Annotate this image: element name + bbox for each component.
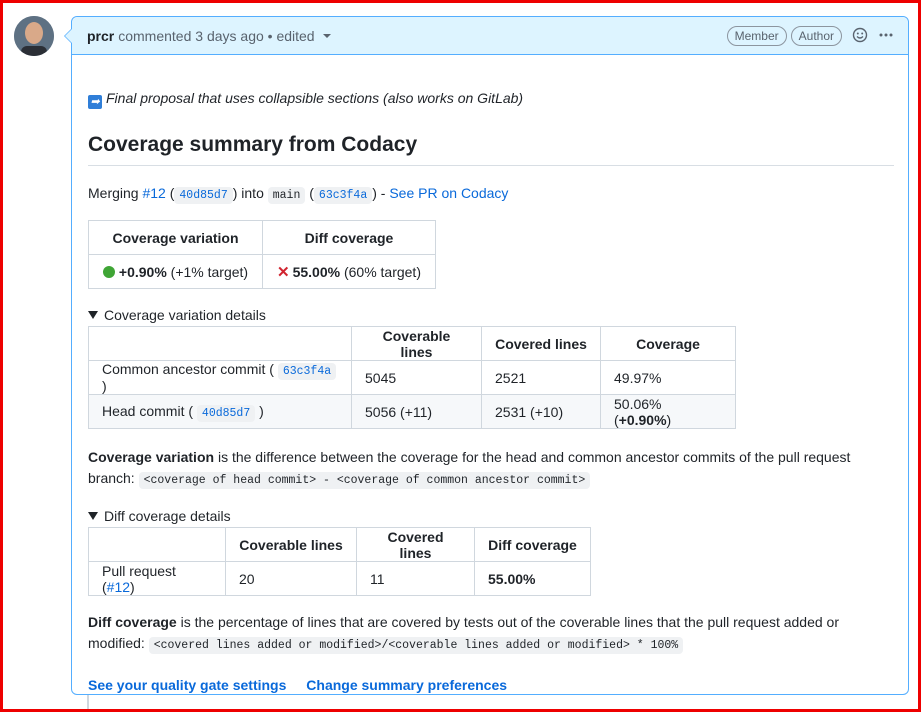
diff-details-summary[interactable]: Diff coverage details	[88, 508, 231, 524]
right-arrow-icon: ➡	[88, 95, 102, 109]
expanded-triangle-icon	[88, 311, 98, 319]
ancestor-sha-link[interactable]: 63c3f4a	[277, 363, 337, 380]
pr-link-table[interactable]: #12	[107, 579, 130, 595]
edited-dropdown-icon[interactable]	[322, 33, 331, 38]
diff-explanation: Diff coverage is the percentage of lines…	[88, 614, 840, 654]
quality-gate-link[interactable]: See your quality gate settings	[88, 677, 286, 693]
codacy-pr-link[interactable]: See PR on Codacy	[389, 185, 508, 201]
table-row: Pull request (#12)	[88, 561, 226, 596]
pr-link[interactable]: #12	[142, 185, 165, 201]
more-options-icon[interactable]	[878, 27, 894, 46]
diff-details-table: Coverable lines Covered lines Diff cover…	[88, 527, 591, 596]
avatar[interactable]	[14, 16, 54, 56]
summary-preferences-link[interactable]: Change summary preferences	[306, 677, 507, 693]
member-badge: Member	[726, 26, 787, 46]
comment-header: prcr commented 3 days ago • edited Membe…	[64, 17, 908, 55]
emoji-reaction-icon[interactable]	[852, 27, 868, 46]
summary-table: Coverage variation Diff coverage +0.90% …	[88, 220, 436, 289]
author-link[interactable]: prcr	[87, 28, 114, 44]
comment-meta[interactable]: commented 3 days ago • edited	[118, 28, 314, 44]
comment-box: prcr commented 3 days ago • edited Membe…	[64, 16, 909, 695]
table-row: Common ancestor commit ( 63c3f4a )	[88, 360, 352, 395]
variation-details-table: Coverable lines Covered lines Coverage C…	[88, 326, 736, 429]
expanded-triangle-icon	[88, 512, 98, 520]
base-sha-link[interactable]: 63c3f4a	[313, 187, 373, 204]
table-row: Head commit ( 40d85d7 )	[88, 394, 352, 429]
footer-links: See your quality gate settings Change su…	[88, 677, 523, 693]
variation-details-summary[interactable]: Coverage variation details	[88, 307, 266, 323]
merge-line: Merging #12 (40d85d7) into main (63c3f4a…	[88, 185, 509, 204]
variation-explanation: Coverage variation is the difference bet…	[88, 449, 851, 489]
branch-name: main	[267, 187, 306, 204]
author-badge: Author	[790, 26, 842, 46]
head-commit-sha-link[interactable]: 40d85d7	[196, 405, 256, 422]
green-circle-icon	[102, 265, 115, 278]
head-sha-link[interactable]: 40d85d7	[174, 187, 233, 204]
red-x-icon: ✕	[277, 263, 290, 281]
proposal-line: ➡ Final proposal that uses collapsible se…	[88, 90, 523, 109]
summary-title: Coverage summary from Codacy	[88, 133, 894, 166]
